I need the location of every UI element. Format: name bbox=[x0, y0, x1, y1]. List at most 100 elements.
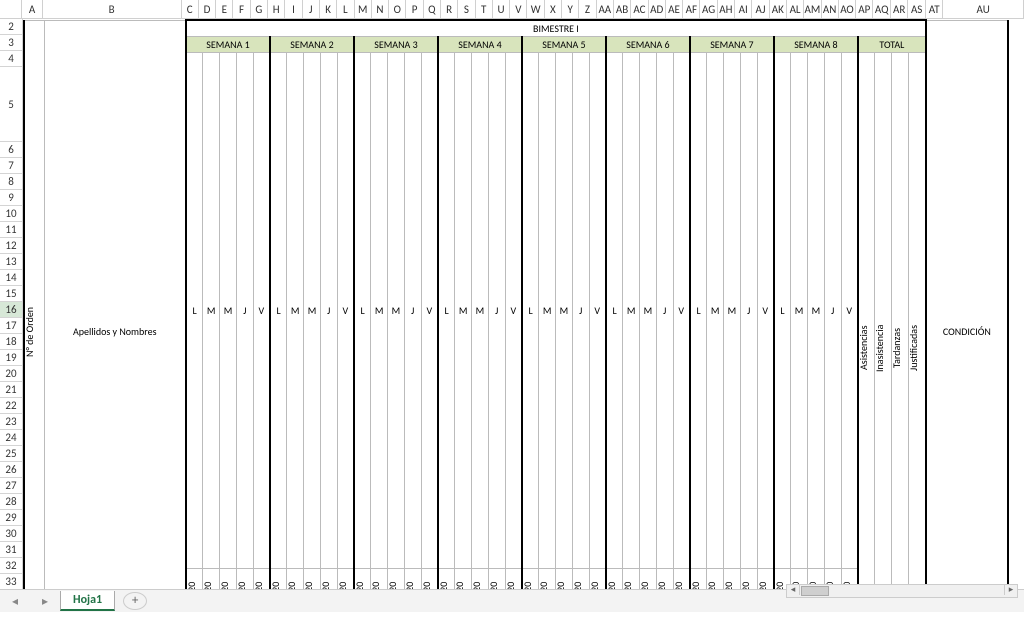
row-header-8[interactable]: 8 bbox=[0, 174, 22, 190]
col-header-T[interactable]: T bbox=[476, 0, 493, 18]
col-header-E[interactable]: E bbox=[216, 0, 233, 18]
row-header-33[interactable]: 33 bbox=[0, 574, 22, 589]
row-header-16[interactable]: 16 bbox=[0, 302, 22, 318]
row-header-30[interactable]: 30 bbox=[0, 526, 22, 542]
col-header-AP[interactable]: AP bbox=[856, 0, 873, 18]
col-header-AI[interactable]: AI bbox=[735, 0, 752, 18]
col-header-V[interactable]: V bbox=[510, 0, 527, 18]
row-header-7[interactable]: 7 bbox=[0, 158, 22, 174]
col-header-AT[interactable]: AT bbox=[926, 0, 944, 18]
col-header-AG[interactable]: AG bbox=[700, 0, 717, 18]
date-header: 23/07/2020 bbox=[740, 568, 757, 589]
row-header-4[interactable]: 4 bbox=[0, 51, 22, 67]
col-header-Q[interactable]: Q bbox=[424, 0, 441, 18]
row-header-31[interactable]: 31 bbox=[0, 542, 22, 558]
col-header-AO[interactable]: AO bbox=[839, 0, 856, 18]
col-header-A[interactable]: A bbox=[22, 0, 42, 18]
row-header-14[interactable]: 14 bbox=[0, 270, 22, 286]
col-header-AF[interactable]: AF bbox=[683, 0, 700, 18]
nav-next-icon[interactable]: ▸ bbox=[42, 594, 48, 609]
row-header-23[interactable]: 23 bbox=[0, 414, 22, 430]
row-header-20[interactable]: 20 bbox=[0, 366, 22, 382]
col-header-AK[interactable]: AK bbox=[770, 0, 787, 18]
col-header-S[interactable]: S bbox=[458, 0, 475, 18]
row-header-9[interactable]: 9 bbox=[0, 190, 22, 206]
row-header-10[interactable]: 10 bbox=[0, 206, 22, 222]
row-header-13[interactable]: 13 bbox=[0, 254, 22, 270]
col-header-X[interactable]: X bbox=[545, 0, 562, 18]
tab-nav[interactable]: ◂ ▸ bbox=[0, 594, 60, 609]
spreadsheet-viewport: ABCDEFGHIJKLMNOPQRSTUVWXYZAAABACADAEAFAG… bbox=[0, 0, 1024, 622]
col-header-AU[interactable]: AU bbox=[943, 0, 1024, 18]
sheet-tab-hoja1[interactable]: Hoja1 bbox=[60, 591, 115, 611]
row-header-12[interactable]: 12 bbox=[0, 238, 22, 254]
row-header-26[interactable]: 26 bbox=[0, 462, 22, 478]
col-header-H[interactable]: H bbox=[268, 0, 285, 18]
row-header-6[interactable]: 6 bbox=[0, 142, 22, 158]
col-header-U[interactable]: U bbox=[493, 0, 510, 18]
col-header-AA[interactable]: AA bbox=[597, 0, 614, 18]
row-header-22[interactable]: 22 bbox=[0, 398, 22, 414]
row-header-24[interactable]: 24 bbox=[0, 430, 22, 446]
row-header-28[interactable]: 28 bbox=[0, 494, 22, 510]
col-header-L[interactable]: L bbox=[337, 0, 354, 18]
col-header-I[interactable]: I bbox=[285, 0, 302, 18]
col-header-AN[interactable]: AN bbox=[822, 0, 839, 18]
row-header-19[interactable]: 19 bbox=[0, 350, 22, 366]
day-label: M bbox=[304, 53, 321, 569]
date-header: 02/07/2020 bbox=[488, 568, 505, 589]
col-header-O[interactable]: O bbox=[389, 0, 406, 18]
date-header: 03/07/2020 bbox=[505, 568, 522, 589]
row-header-17[interactable]: 17 bbox=[0, 318, 22, 334]
row-header-29[interactable]: 29 bbox=[0, 510, 22, 526]
col-header-J[interactable]: J bbox=[303, 0, 320, 18]
col-header-AL[interactable]: AL bbox=[787, 0, 804, 18]
day-label: L bbox=[606, 53, 623, 569]
row-header-32[interactable]: 32 bbox=[0, 558, 22, 574]
col-header-M[interactable]: M bbox=[355, 0, 372, 18]
horizontal-scrollbar[interactable]: ◂ ▸ bbox=[786, 584, 1018, 598]
col-header-AS[interactable]: AS bbox=[908, 0, 926, 18]
row-header-27[interactable]: 27 bbox=[0, 478, 22, 494]
col-header-AR[interactable]: AR bbox=[891, 0, 909, 18]
col-header-AH[interactable]: AH bbox=[718, 0, 735, 18]
new-sheet-button[interactable]: + bbox=[123, 592, 147, 610]
col-header-AD[interactable]: AD bbox=[649, 0, 666, 18]
row-header-5[interactable]: 5 bbox=[0, 67, 22, 142]
day-label: J bbox=[656, 53, 673, 569]
row-header-18[interactable]: 18 bbox=[0, 334, 22, 350]
col-header-B[interactable]: B bbox=[43, 0, 182, 18]
col-header-AM[interactable]: AM bbox=[804, 0, 821, 18]
col-header-AQ[interactable]: AQ bbox=[873, 0, 891, 18]
col-header-AE[interactable]: AE bbox=[666, 0, 683, 18]
col-header-P[interactable]: P bbox=[406, 0, 423, 18]
row-header-2[interactable]: 2 bbox=[0, 19, 22, 35]
day-label: M bbox=[640, 53, 657, 569]
col-header-AJ[interactable]: AJ bbox=[752, 0, 769, 18]
col-header-N[interactable]: N bbox=[372, 0, 389, 18]
row-header-25[interactable]: 25 bbox=[0, 446, 22, 462]
col-header-R[interactable]: R bbox=[441, 0, 458, 18]
day-label: J bbox=[824, 53, 841, 569]
week-header-2: SEMANA 2 bbox=[270, 37, 354, 53]
scroll-thumb[interactable] bbox=[801, 586, 829, 596]
col-header-W[interactable]: W bbox=[527, 0, 544, 18]
col-header-C[interactable]: C bbox=[182, 0, 199, 18]
col-header-F[interactable]: F bbox=[233, 0, 250, 18]
scroll-left-arrow-icon[interactable]: ◂ bbox=[787, 585, 800, 595]
day-label: J bbox=[572, 53, 589, 569]
col-header-AC[interactable]: AC bbox=[631, 0, 648, 18]
scroll-right-arrow-icon[interactable]: ▸ bbox=[1004, 585, 1017, 595]
row-header-11[interactable]: 11 bbox=[0, 222, 22, 238]
col-header-Z[interactable]: Z bbox=[579, 0, 596, 18]
col-header-G[interactable]: G bbox=[251, 0, 268, 18]
col-header-D[interactable]: D bbox=[199, 0, 216, 18]
col-header-Y[interactable]: Y bbox=[562, 0, 579, 18]
col-header-AB[interactable]: AB bbox=[614, 0, 631, 18]
col-header-K[interactable]: K bbox=[320, 0, 337, 18]
date-header: 10/06/2020 bbox=[220, 568, 237, 589]
row-header-3[interactable]: 3 bbox=[0, 35, 22, 51]
nav-prev-icon[interactable]: ◂ bbox=[12, 594, 18, 609]
row-header-21[interactable]: 21 bbox=[0, 382, 22, 398]
row-header-15[interactable]: 15 bbox=[0, 286, 22, 302]
